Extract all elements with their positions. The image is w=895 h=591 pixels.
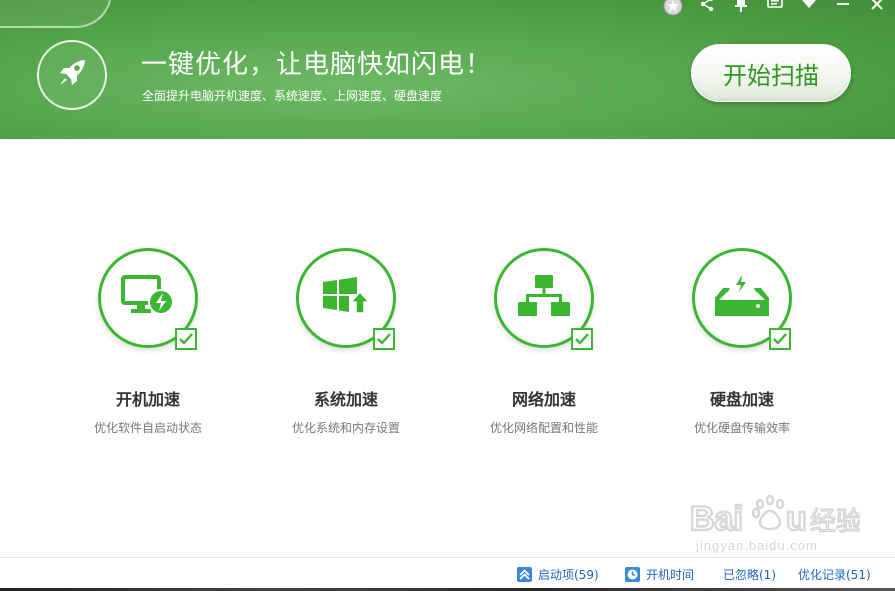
harddisk-lightning-icon [715,274,769,322]
feature-disk-speedup[interactable]: 硬盘加速 优化硬盘传输效率 [642,248,842,448]
close-icon[interactable] [867,0,887,14]
startup-items-link[interactable]: 启动项(59) [517,566,599,583]
feature-desc: 优化系统和内存设置 [291,421,400,435]
check-icon [773,333,787,345]
network-topology-icon [517,274,571,322]
ignored-label: 已忽略(1) [723,568,776,582]
rocket-icon [54,55,90,95]
menu-icon[interactable] [799,0,819,14]
feature-title: 系统加速 [313,390,378,409]
optimize-history-link[interactable]: 优化记录(51) [798,566,871,583]
back-button[interactable]: 返回 [0,0,112,28]
feature-checkbox[interactable] [175,328,197,350]
svg-text:Bai: Bai [690,500,743,538]
feature-boot-speedup[interactable]: 开机加速 优化软件自启动状态 [48,248,248,448]
feature-desc: 优化软件自启动状态 [93,421,202,435]
feature-title: 硬盘加速 [709,390,774,409]
feature-checkbox[interactable] [373,328,395,350]
startup-items-label: 启动项(59) [538,568,599,582]
ignored-link[interactable]: 已忽略(1) [723,566,776,583]
footer-bar: 启动项(59) 开机时间 已忽略(1) 优化记录(51) [0,557,895,591]
feature-title: 网络加速 [511,390,576,409]
feature-desc: 优化硬盘传输效率 [693,421,790,435]
feature-desc: 优化网络配置和性能 [489,421,598,435]
check-icon [575,333,589,345]
feature-checkbox[interactable] [571,328,593,350]
feature-title: 开机加速 [115,390,180,409]
startup-icon [517,567,532,582]
baidu-jingyan-watermark: Bai u 经验 jingyan.baidu.com [689,494,863,554]
start-scan-button[interactable]: 开始扫描 [691,44,851,102]
svg-text:u: u [786,500,807,538]
clock-icon [625,567,640,582]
check-icon [179,333,193,345]
check-icon [377,333,391,345]
monitor-lightning-icon [121,274,175,322]
feature-network-speedup[interactable]: 网络加速 优化网络配置和性能 [444,248,644,448]
feature-checkbox[interactable] [769,328,791,350]
watermark-url: jingyan.baidu.com [696,538,818,553]
share-icon[interactable] [697,0,717,14]
optimize-history-label: 优化记录(51) [798,568,871,582]
minimize-icon[interactable] [833,0,853,14]
skin-icon[interactable] [663,0,683,16]
headline: 一键优化，让电脑快如闪电！ [141,50,493,80]
subheadline: 全面提升电脑开机速度、系统速度、上网速度、硬盘速度 [142,89,443,103]
rocket-badge [37,40,107,110]
svg-text:经验: 经验 [810,507,860,537]
boot-time-label: 开机时间 [646,568,695,582]
pin-icon[interactable] [731,0,751,14]
header-banner: 返回 [0,0,895,139]
windows-up-icon [321,276,371,320]
window-controls [663,0,887,16]
feedback-icon[interactable] [765,0,785,14]
feature-system-speedup[interactable]: 系统加速 优化系统和内存设置 [246,248,446,448]
boot-time-link[interactable]: 开机时间 [625,566,694,583]
